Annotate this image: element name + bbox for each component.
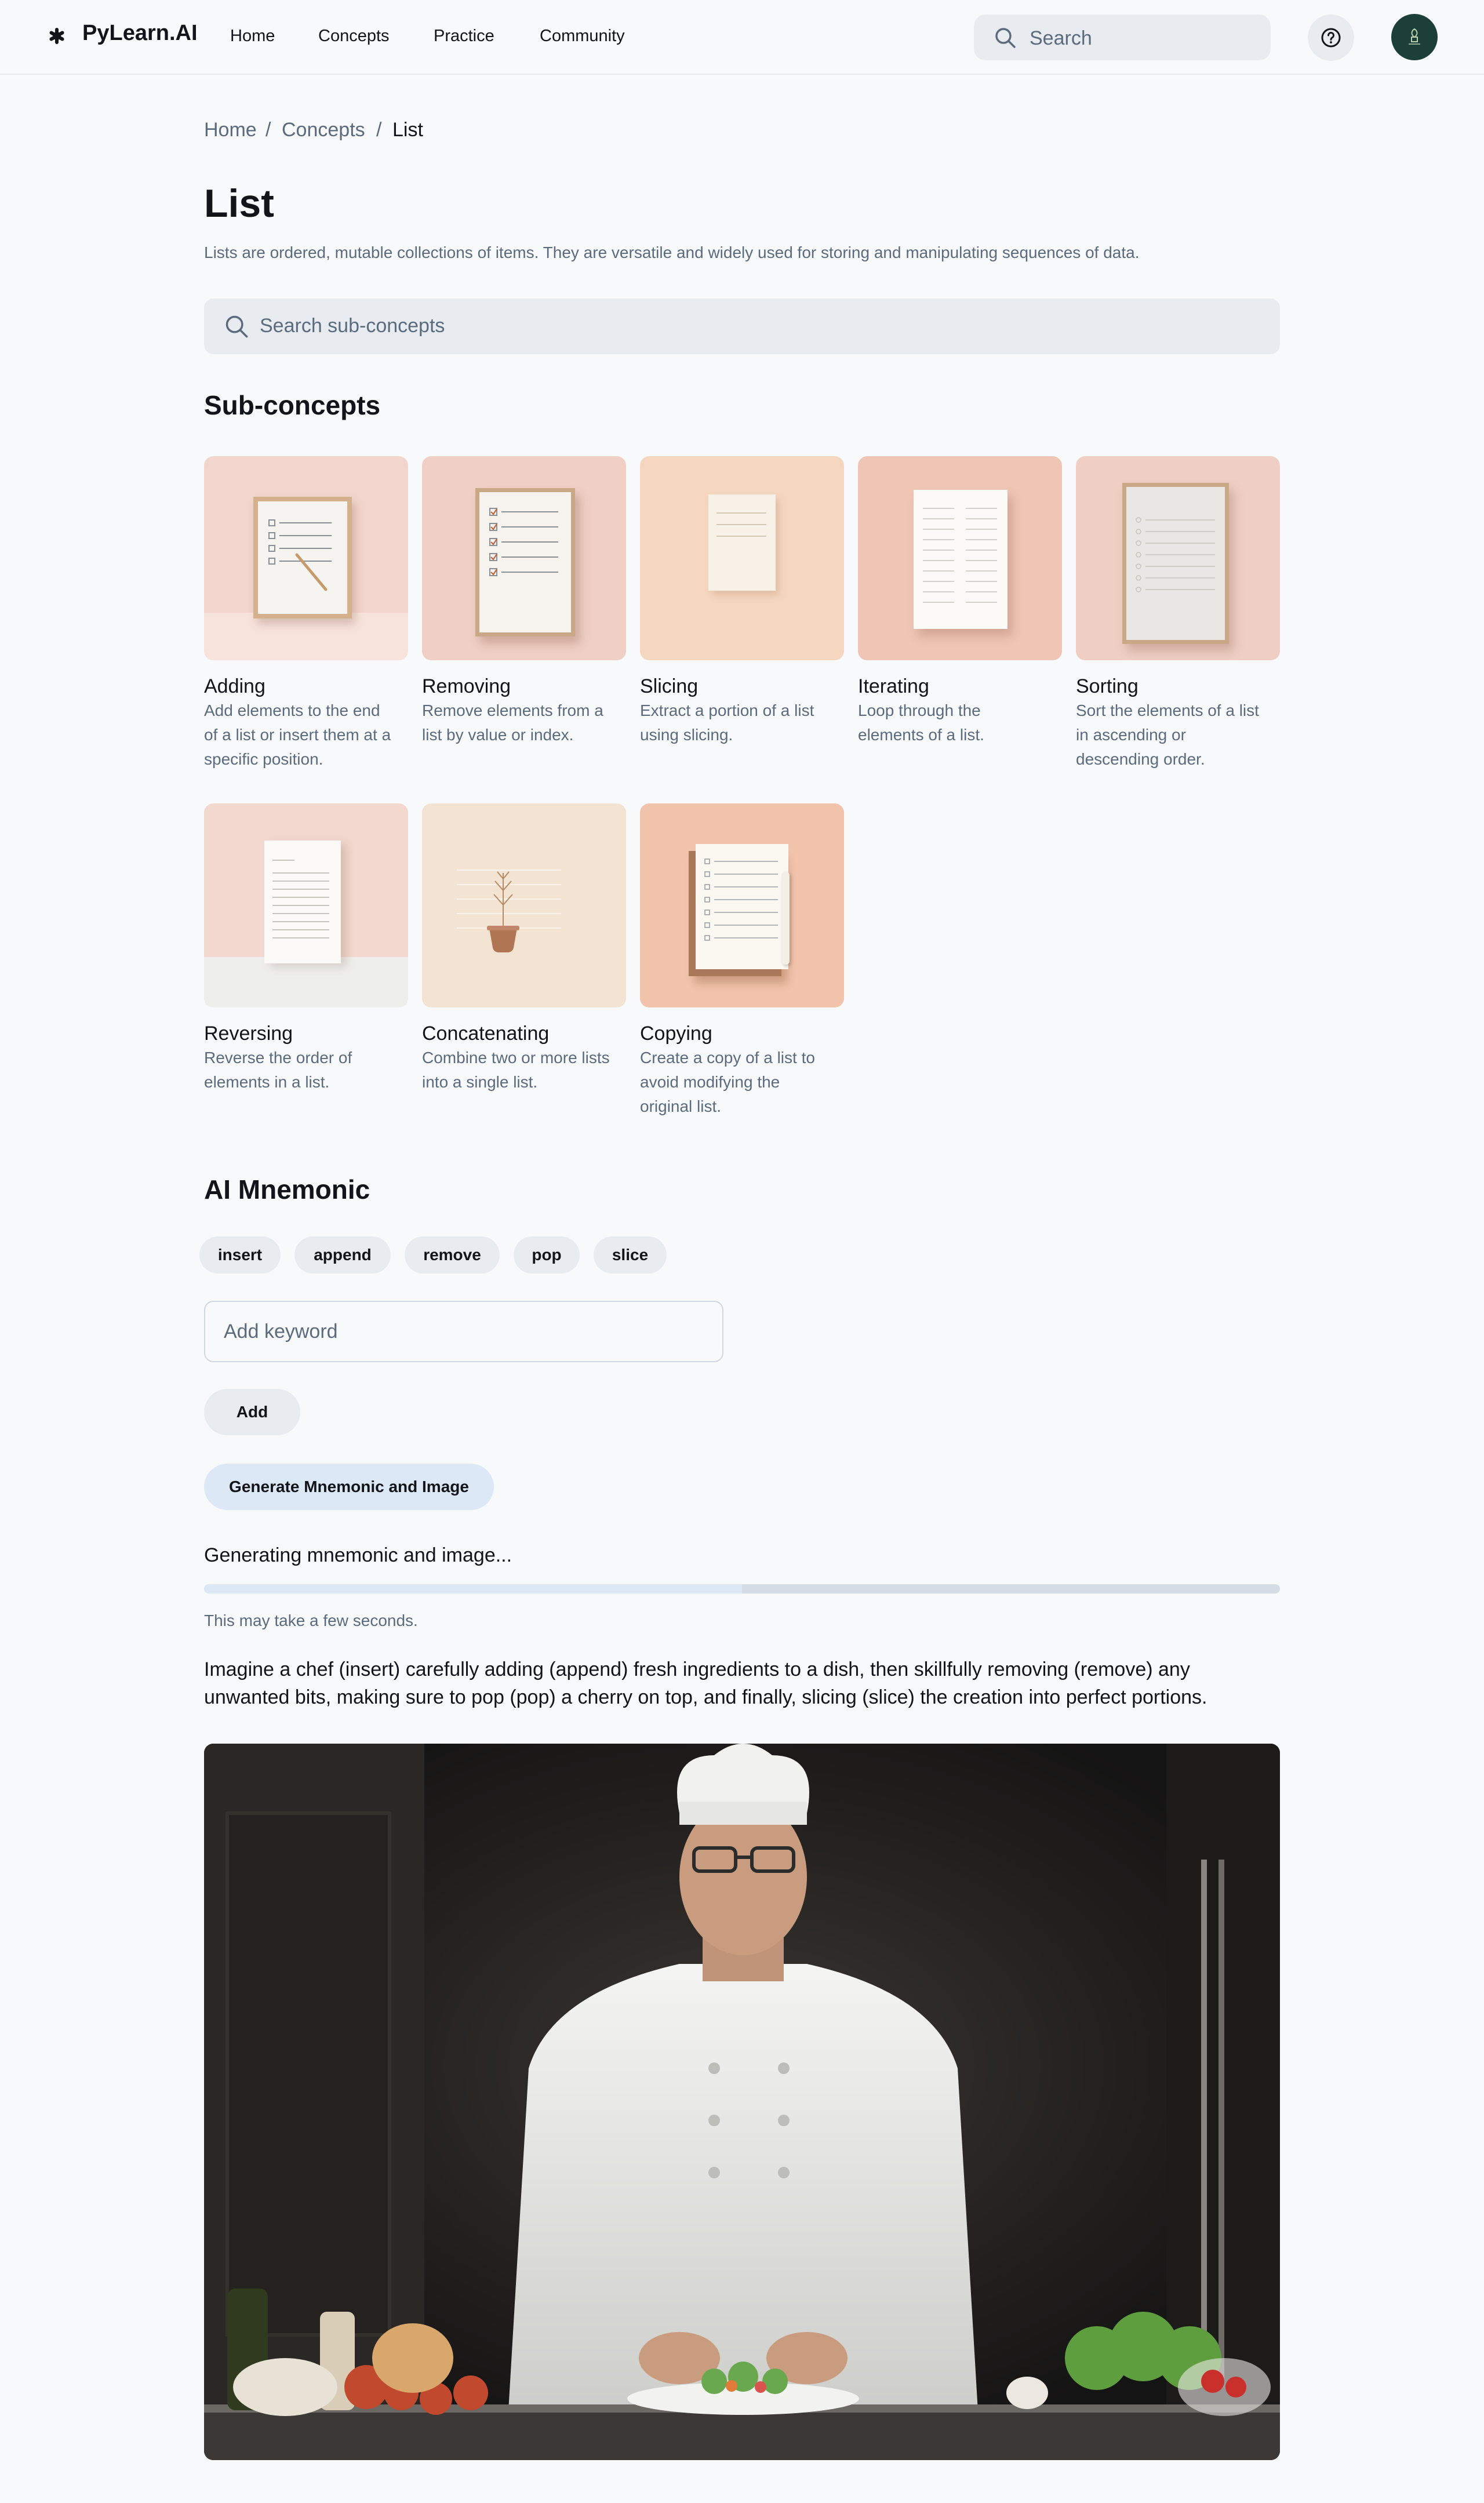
subconcept-description: Remove elements from a list by value or i… — [422, 701, 603, 744]
search-placeholder: Search — [1030, 27, 1092, 49]
iterating-thumbnail — [858, 456, 1062, 660]
breadcrumb-separator: / — [265, 119, 271, 141]
generate-mnemonic-button[interactable]: Generate Mnemonic and Image — [204, 1464, 494, 1510]
nav-concepts[interactable]: Concepts — [318, 27, 390, 46]
search-icon — [225, 315, 248, 338]
sorting-thumbnail — [1076, 456, 1280, 660]
subconcept-card-copying[interactable]: Copying Create a copy of a list to avoid … — [640, 803, 844, 1115]
nav-practice[interactable]: Practice — [434, 27, 494, 46]
subconcept-description: Loop through the elements of a list. — [858, 701, 984, 744]
generation-progress-bar — [204, 1584, 1280, 1594]
subconcept-search-input[interactable]: Search sub-concepts — [204, 299, 1280, 354]
reversing-thumbnail — [204, 803, 408, 1007]
nav-home[interactable]: Home — [230, 27, 275, 46]
subconcept-description: Sort the elements of a list in ascending … — [1076, 701, 1259, 768]
subconcept-description: Create a copy of a list to avoid modifyin… — [640, 1049, 815, 1115]
user-avatar[interactable] — [1391, 14, 1438, 60]
help-button[interactable] — [1308, 14, 1354, 61]
subconcept-card-slicing[interactable]: Slicing Extract a portion of a list using… — [640, 456, 844, 744]
keyword-chip[interactable]: append — [294, 1236, 391, 1274]
breadcrumb-separator: / — [376, 119, 382, 141]
concatenating-thumbnail — [422, 803, 626, 1007]
search-icon — [995, 28, 1016, 48]
progress-fill — [204, 1584, 742, 1594]
subconcept-title: Removing — [422, 675, 511, 697]
subconcept-title: Iterating — [858, 675, 929, 697]
breadcrumb-home[interactable]: Home — [204, 119, 257, 141]
keyword-chip[interactable]: remove — [405, 1236, 500, 1274]
keyword-chip[interactable]: pop — [514, 1236, 580, 1274]
avatar-emblem-icon — [1409, 28, 1420, 45]
subconcept-card-removing[interactable]: Removing Remove elements from a list by v… — [422, 456, 626, 744]
subconcept-title: Concatenating — [422, 1023, 550, 1045]
subconcept-description: Reverse the order of elements in a list. — [204, 1049, 352, 1091]
help-icon — [1321, 28, 1341, 48]
removing-thumbnail — [422, 456, 626, 660]
brand-name[interactable]: PyLearn.AI — [82, 21, 198, 46]
page-description: Lists are ordered, mutable collections o… — [204, 243, 1140, 261]
subconcept-card-iterating[interactable]: Iterating Loop through the elements of a … — [858, 456, 1062, 744]
nav-community[interactable]: Community — [540, 27, 625, 46]
subconcept-title: Sorting — [1076, 675, 1139, 697]
slicing-thumbnail — [640, 456, 844, 660]
copying-thumbnail — [640, 803, 844, 1007]
keyword-chip[interactable]: slice — [594, 1236, 667, 1274]
breadcrumb-current: List — [392, 119, 423, 141]
breadcrumb-concepts[interactable]: Concepts — [282, 119, 365, 141]
add-keyword-input[interactable] — [204, 1301, 723, 1362]
mnemonic-text: Imagine a chef (insert) carefully adding… — [204, 1658, 1207, 1708]
generation-status: Generating mnemonic and image... — [204, 1544, 512, 1566]
adding-thumbnail — [204, 456, 408, 660]
subconcept-description: Extract a portion of a list using slicing… — [640, 701, 814, 744]
generation-hint: This may take a few seconds. — [204, 1611, 418, 1629]
top-nav: PyLearn.AI Home Concepts Practice Commun… — [0, 0, 1484, 75]
subconcept-title: Slicing — [640, 675, 699, 697]
subconcept-card-reversing[interactable]: Reversing Reverse the order of elements i… — [204, 803, 408, 1091]
subconcept-title: Reversing — [204, 1023, 293, 1045]
subconcept-title: Adding — [204, 675, 265, 697]
page-title: List — [204, 181, 274, 225]
add-keyword-button[interactable]: Add — [204, 1389, 300, 1435]
mnemonic-image — [204, 1744, 1280, 2460]
subconcept-search-placeholder: Search sub-concepts — [260, 315, 445, 337]
subconcepts-heading: Sub-concepts — [204, 390, 381, 420]
global-search-input[interactable]: Search — [974, 14, 1271, 60]
subconcept-card-concatenating[interactable]: Concatenating Combine two or more lists i… — [422, 803, 626, 1091]
subconcept-description: Add elements to the end of a list or inse… — [204, 701, 391, 768]
logo-icon — [49, 28, 64, 44]
subconcept-title: Copying — [640, 1023, 712, 1045]
keyword-chip[interactable]: insert — [199, 1236, 281, 1274]
subconcept-card-adding[interactable]: Adding Add elements to the end of a list … — [204, 456, 408, 768]
subconcept-card-sorting[interactable]: Sorting Sort the elements of a list in as… — [1076, 456, 1280, 768]
ai-mnemonic-heading: AI Mnemonic — [204, 1174, 370, 1205]
subconcept-description: Combine two or more lists into a single l… — [422, 1049, 610, 1091]
